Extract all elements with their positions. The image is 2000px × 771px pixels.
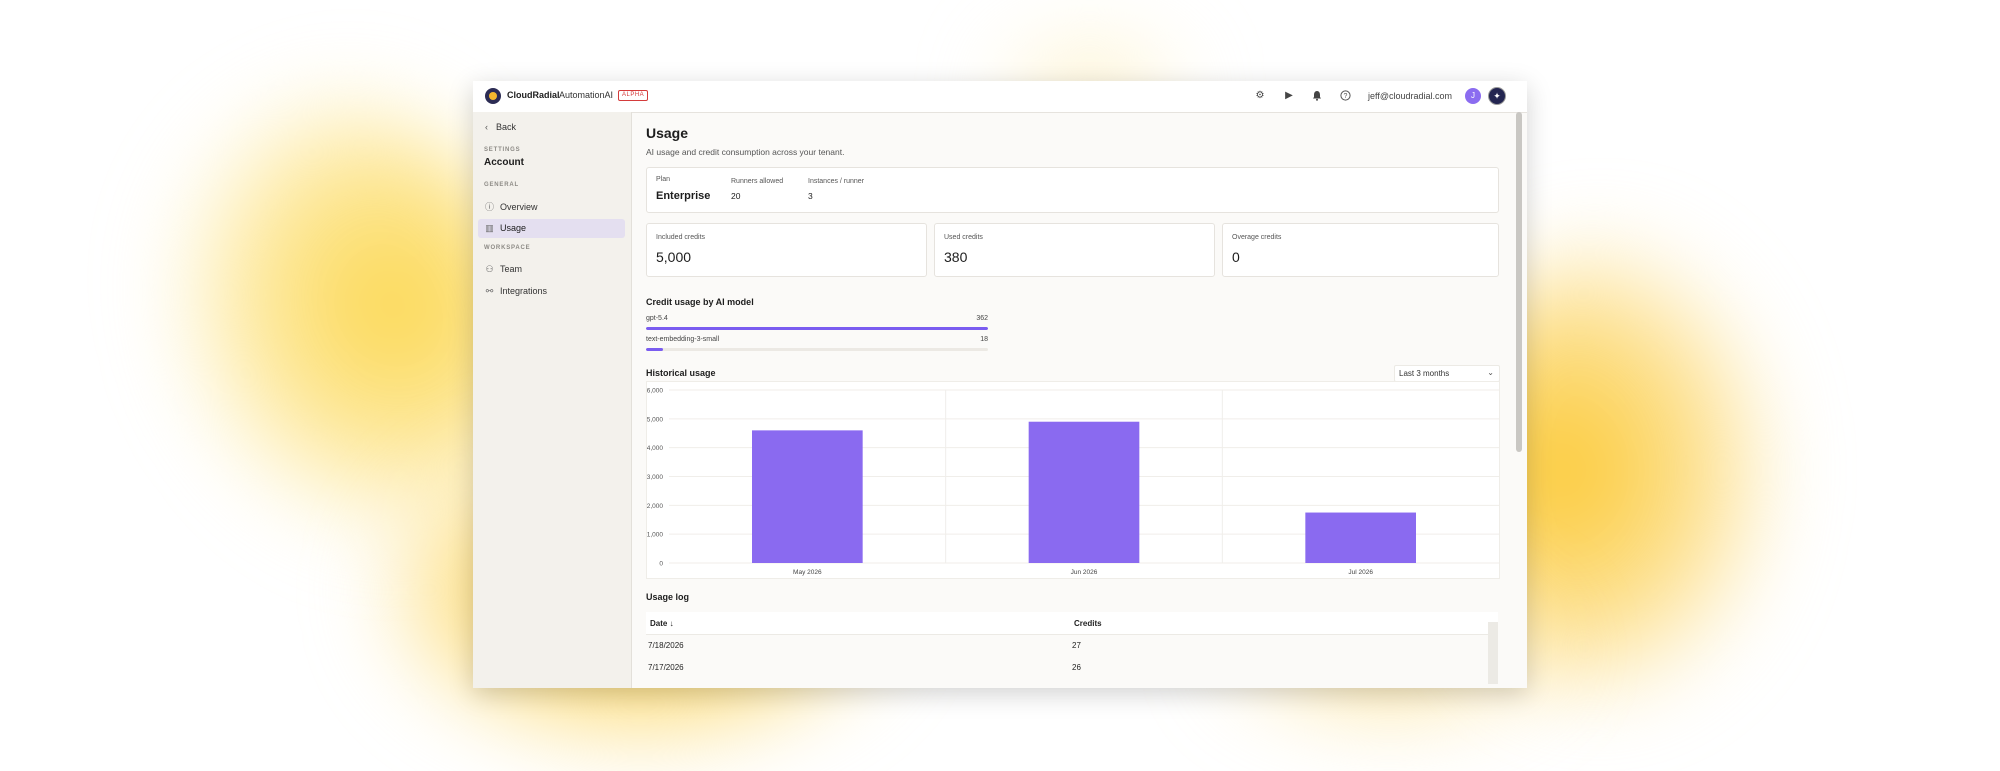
credits-column-header[interactable]: Credits xyxy=(1074,619,1102,628)
sidebar-item-label: Team xyxy=(500,264,523,274)
arrow-down-icon: ↓ xyxy=(669,619,674,628)
svg-text:?: ? xyxy=(1343,93,1347,100)
model-usage-title: Credit usage by AI model xyxy=(646,297,754,307)
used-credits-value: 380 xyxy=(944,249,968,265)
page-subtitle: AI usage and credit consumption across y… xyxy=(646,147,845,157)
table-header: Date ↓ Credits xyxy=(646,612,1498,635)
date-range-value: Last 3 months xyxy=(1399,369,1450,378)
included-credits-card: Included credits 5,000 xyxy=(646,223,927,277)
model-usage-fill xyxy=(646,327,988,330)
alpha-badge: ALPHA xyxy=(618,90,649,101)
bell-icon[interactable] xyxy=(1311,90,1323,102)
row-date: 7/17/2026 xyxy=(648,663,684,672)
bar-chart-icon: ▥ xyxy=(485,223,494,233)
workspace-section-label: WORKSPACE xyxy=(484,245,531,251)
info-icon: ⓘ xyxy=(484,202,494,212)
sidebar-item-overview[interactable]: ⓘ Overview xyxy=(478,198,625,217)
top-bar: CloudRadial AutomationAI ALPHA ⚙ ▶ ? jef… xyxy=(473,81,1527,113)
row-credits: 27 xyxy=(1072,641,1081,650)
row-date: 7/18/2026 xyxy=(648,641,684,650)
sidebar-item-label: Integrations xyxy=(500,286,548,296)
plan-label: Plan xyxy=(656,176,671,183)
app-window: CloudRadial AutomationAI ALPHA ⚙ ▶ ? jef… xyxy=(473,81,1527,688)
brand-name: CloudRadial xyxy=(507,90,560,100)
model-credits: 18 xyxy=(980,336,988,343)
users-icon: ⚇ xyxy=(485,264,494,274)
instances-value: 3 xyxy=(808,191,813,201)
model-name: gpt-5.4 xyxy=(646,315,668,322)
date-column-header[interactable]: Date ↓ xyxy=(650,619,674,628)
play-icon[interactable]: ▶ xyxy=(1283,90,1295,102)
sidebar-item-label: Overview xyxy=(500,202,538,212)
overage-credits-value: 0 xyxy=(1232,249,1240,265)
model-usage-track xyxy=(646,327,988,330)
model-usage-fill xyxy=(646,348,664,351)
sidebar-item-usage[interactable]: ▥ Usage xyxy=(478,219,625,238)
plan-card: Plan Enterprise Runners allowed 20 Insta… xyxy=(646,167,1499,213)
included-credits-value: 5,000 xyxy=(656,249,692,265)
page-scrollbar[interactable] xyxy=(1516,112,1522,452)
user-email[interactable]: jeff@cloudradial.com xyxy=(1368,91,1452,101)
usage-log-title: Usage log xyxy=(646,592,690,602)
settings-section-label: SETTINGS xyxy=(484,147,521,153)
y-tick-label: 2,000 xyxy=(647,503,663,510)
y-tick-label: 6,000 xyxy=(647,388,663,395)
y-tick-label: 0 xyxy=(659,561,663,568)
gear-icon[interactable]: ⚙ xyxy=(1254,90,1266,102)
help-icon[interactable]: ? xyxy=(1339,90,1351,102)
model-name: text-embedding-3-small xyxy=(646,336,720,343)
back-link[interactable]: ‹ Back xyxy=(485,122,516,132)
page-title: Usage xyxy=(646,125,689,141)
sidebar-item-team[interactable]: ⚇ Team xyxy=(478,260,625,279)
bar xyxy=(1028,421,1140,563)
runners-label: Runners allowed xyxy=(731,178,784,185)
plan-value: Enterprise xyxy=(656,190,711,202)
model-credits: 362 xyxy=(976,315,988,322)
sidebar: ‹ Back SETTINGS Account GENERAL ⓘ Overvie… xyxy=(473,112,632,688)
avatar[interactable]: J xyxy=(1465,88,1481,104)
bar-chart: 6,000 5,000 4,000 3,000 2,000 1,000 0 May 2026 J… xyxy=(647,388,1499,576)
chevron-left-icon: ‹ xyxy=(485,122,488,132)
historical-usage-title: Historical usage xyxy=(646,368,716,378)
y-tick-label: 3,000 xyxy=(647,474,663,481)
table-scrollbar[interactable] xyxy=(1488,622,1498,684)
included-credits-label: Included credits xyxy=(656,234,706,241)
chevron-down-icon: ⌄ xyxy=(1487,368,1494,377)
bar xyxy=(1305,512,1416,563)
x-tick-label: May 2026 xyxy=(793,569,822,576)
model-usage-track xyxy=(646,348,988,351)
x-tick-label: Jun 2026 xyxy=(1071,569,1098,576)
y-tick-label: 5,000 xyxy=(647,416,663,423)
row-credits: 26 xyxy=(1072,663,1081,672)
date-range-select[interactable]: Last 3 months ⌄ xyxy=(1394,365,1500,382)
runners-value: 20 xyxy=(731,191,741,201)
account-heading: Account xyxy=(484,157,524,168)
bar xyxy=(752,430,863,563)
plug-icon: ⚯ xyxy=(485,286,494,296)
sidebar-item-label: Usage xyxy=(500,223,527,233)
assistant-icon[interactable]: ✦ xyxy=(1488,87,1506,105)
usage-log-table: Date ↓ Credits 7/18/2026 27 7/17/2026 26 xyxy=(646,612,1498,688)
sidebar-item-integrations[interactable]: ⚯ Integrations xyxy=(478,282,625,301)
x-tick-label: Jul 2026 xyxy=(1348,569,1373,576)
back-label: Back xyxy=(496,122,517,132)
used-credits-label: Used credits xyxy=(944,234,983,241)
main-content: Usage AI usage and credit consumption ac… xyxy=(632,112,1512,688)
y-tick-label: 4,000 xyxy=(647,445,663,452)
general-section-label: GENERAL xyxy=(484,182,519,188)
cloudradial-logo-icon[interactable] xyxy=(485,88,501,104)
overage-credits-label: Overage credits xyxy=(1232,234,1282,241)
y-tick-label: 1,000 xyxy=(647,532,663,539)
historical-usage-chart: 6,000 5,000 4,000 3,000 2,000 1,000 0 May 2026 J… xyxy=(646,381,1500,579)
product-name: AutomationAI xyxy=(559,90,614,100)
overage-credits-card: Overage credits 0 xyxy=(1222,223,1499,277)
instances-label: Instances / runner xyxy=(808,178,865,185)
used-credits-card: Used credits 380 xyxy=(934,223,1215,277)
